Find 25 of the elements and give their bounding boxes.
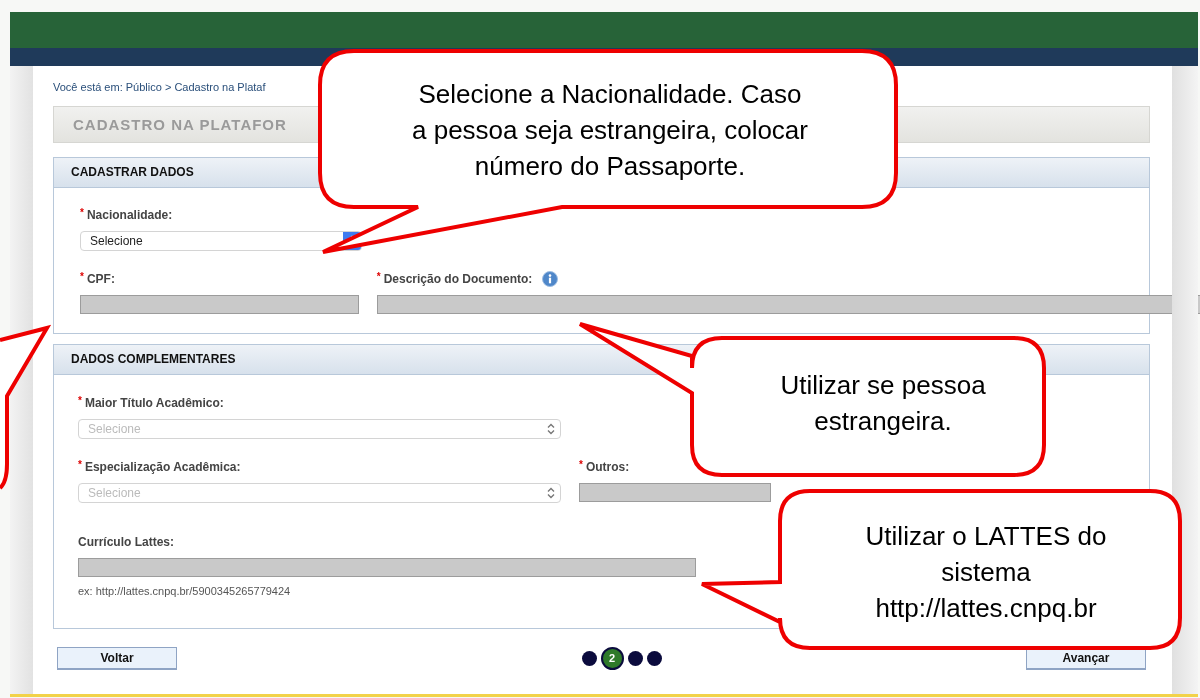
breadcrumb-text: Você está em: Público > Cadastro na Plataf [53, 80, 266, 94]
field-label: Descrição do Documento: [383, 272, 533, 286]
required-mark: * [78, 459, 82, 470]
callout-text: Selecione a Nacionalidade. Caso a pessoa seja estrangeira, colocar número do Passaporte. [411, 78, 809, 183]
hint-text: ex: http://lattes.cnpq.br/5900345265779424 [78, 585, 292, 597]
chevron-updown-icon [546, 486, 556, 500]
field-label: Maior Título Acadêmico: [84, 396, 224, 410]
back-button[interactable]: Voltar [57, 647, 177, 670]
required-mark: * [376, 271, 381, 282]
step-dot[interactable] [581, 651, 597, 666]
callout-text: Utilizar o LATTES do sistema http://lattes.cnpq.br [864, 520, 1108, 625]
step-dot[interactable] [646, 651, 662, 666]
required-mark: * [80, 207, 84, 218]
step-indicator[interactable]: 2 [600, 647, 624, 670]
field-label: Nacionalidade: [86, 208, 173, 222]
chevron-updown-icon [546, 422, 556, 436]
field-label: CPF: [86, 272, 115, 286]
required-mark: * [78, 395, 82, 406]
select-field[interactable]: Selecione [80, 231, 362, 251]
field-label: Especialização Acadêmica: [84, 460, 241, 474]
required-mark: * [80, 271, 84, 282]
field-label: Outros: [585, 460, 630, 474]
field-label: Currículo Lattes: [78, 535, 174, 549]
step-dot[interactable] [627, 651, 643, 666]
required-mark: * [579, 459, 583, 470]
